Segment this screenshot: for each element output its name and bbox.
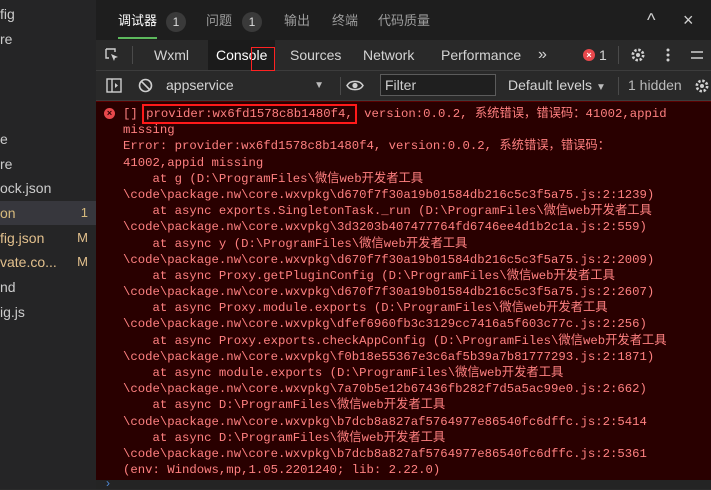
file-item[interactable]: e — [0, 127, 96, 151]
tab-network[interactable]: Network — [363, 40, 414, 70]
file-name: re — [0, 31, 13, 47]
file-item[interactable]: re — [0, 27, 96, 51]
file-name: re — [0, 156, 13, 172]
error-line: \code\package.nw\core.wxvpkg\d670f7f30a1… — [123, 285, 655, 300]
file-item[interactable]: vate.co... M — [0, 250, 96, 274]
error-icon: × — [104, 108, 115, 119]
file-name: fig — [0, 6, 15, 22]
tab-performance[interactable]: Performance — [441, 40, 521, 70]
file-name: nd — [0, 279, 16, 295]
file-item[interactable]: fig.json M — [0, 226, 96, 250]
error-line: \code\package.nw\core.wxvpkg\dfef6960fb3… — [123, 317, 647, 332]
tab-code-quality[interactable]: 代码质量 — [378, 11, 430, 31]
file-status-badge: 1 — [80, 205, 88, 220]
file-name: e — [0, 131, 8, 147]
panel-toggle-icon[interactable] — [106, 78, 122, 93]
file-item[interactable]: re — [0, 152, 96, 176]
error-line: 41002,appid missing — [123, 155, 264, 170]
close-panel-button[interactable]: × — [683, 10, 694, 30]
error-line: \code\package.nw\core.wxvpkg\3d3203b4074… — [123, 220, 647, 235]
gear-icon[interactable] — [630, 47, 646, 63]
error-icon: × — [583, 49, 595, 61]
console-toolbar: appservice ▼ Filter Default levels ▼ 1 h… — [96, 71, 711, 101]
file-item[interactable]: fig — [0, 2, 96, 26]
error-line: at async D:\ProgramFiles\微信web开发者工具 — [123, 398, 446, 413]
error-line: at async exports.SingletonTask._run (D:\… — [123, 204, 652, 219]
devtools-tab-bar: Wxml Console Sources Network Performance… — [96, 40, 711, 71]
error-line: \code\package.nw\core.wxvpkg\b7dcb8a827a… — [123, 414, 647, 429]
error-line: version:0.0.2, 系统错误，错误码：41002,appid — [356, 107, 667, 121]
levels-label: Default levels — [508, 77, 593, 93]
file-explorer: fig re e re ock.json on 1 fig.json Mvate.co... Mn… — [0, 0, 96, 489]
issues-count-badge: 1 — [242, 12, 262, 32]
tab-terminal[interactable]: 终端 — [332, 11, 358, 31]
error-text: [] provider:wx6fd1578c8b1480f4, version:… — [123, 104, 707, 478]
default-levels-dropdown[interactable]: Default levels ▼ — [508, 71, 606, 100]
gear-icon[interactable] — [694, 78, 710, 94]
error-line: \code\package.nw\core.wxvpkg\d670f7f30a1… — [123, 252, 655, 267]
error-line: at async y (D:\ProgramFiles\微信web开发者工具 — [123, 236, 468, 251]
file-status-badge: M — [77, 230, 88, 245]
error-line: at async module.exports (D:\ProgramFiles… — [123, 366, 564, 380]
error-line: at async D:\ProgramFiles\微信web开发者工具 — [123, 430, 446, 445]
panel-tab-bar: 调试器 1 问题 1 输出 终端 代码质量 ^ × — [96, 0, 711, 41]
context-value: appservice — [166, 77, 234, 93]
error-line: (env: Windows,mp,1.05.2201240; lib: 2.22… — [123, 463, 441, 478]
filter-input[interactable]: Filter — [380, 74, 496, 96]
file-status-badge: M — [77, 254, 88, 269]
hidden-count: 1 hidden — [628, 77, 682, 93]
file-item[interactable]: ock.json — [0, 176, 96, 200]
debugger-count-badge: 1 — [166, 12, 186, 32]
context-select[interactable]: appservice ▼ — [166, 71, 336, 100]
tab-issues[interactable]: 问题 — [206, 11, 232, 31]
error-first-line: [] provider:wx6fd1578c8b1480f4, version:… — [123, 104, 707, 124]
file-name: vate.co... — [0, 254, 57, 270]
chevron-down-icon: ▼ — [314, 80, 324, 91]
file-name: fig.json — [0, 230, 45, 246]
more-tabs-button[interactable]: » — [538, 40, 547, 70]
error-line: missing — [123, 123, 175, 138]
prompt-chevron-icon: › — [106, 476, 110, 490]
kebab-menu-icon[interactable] — [663, 47, 673, 63]
tab-debugger[interactable]: 调试器 — [118, 11, 158, 39]
tab-sources[interactable]: Sources — [290, 40, 341, 70]
file-item[interactable]: on 1 — [0, 201, 96, 225]
file-name: ig.js — [0, 304, 25, 320]
error-line: \code\package.nw\core.wxvpkg\7a70b5e12b6… — [123, 382, 647, 397]
error-line: at async Proxy.module.exports (D:\Progra… — [123, 301, 608, 316]
collapse-panel-button[interactable]: ^ — [647, 10, 655, 30]
settings-icon[interactable] — [690, 48, 704, 62]
error-count[interactable]: 1 — [599, 40, 607, 70]
tab-wxml[interactable]: Wxml — [154, 40, 189, 70]
console-prompt[interactable]: › — [96, 476, 711, 490]
tab-output[interactable]: 输出 — [284, 11, 310, 31]
provider-highlight: provider:wx6fd1578c8b1480f4, — [142, 104, 357, 124]
eye-icon[interactable] — [346, 79, 364, 92]
error-line: \code\package.nw\core.wxvpkg\d670f7f30a1… — [123, 187, 655, 202]
error-line: \code\package.nw\core.wxvpkg\f0b18e55367… — [123, 349, 655, 364]
error-line: at async Proxy.exports.checkAppConfig (D… — [123, 333, 667, 348]
devtools-panel: 调试器 1 问题 1 输出 终端 代码质量 ^ × Wxml Console S… — [96, 0, 711, 490]
console-error-message: × [] provider:wx6fd1578c8b1480f4, versio… — [96, 101, 711, 481]
chevron-down-icon: ▼ — [595, 82, 606, 93]
error-line: at async Proxy.getPluginConfig (D:\Progr… — [123, 268, 615, 283]
clear-console-icon[interactable] — [138, 78, 153, 93]
cursor-highlight — [251, 47, 275, 71]
error-line: at g (D:\ProgramFiles\微信web开发者工具 — [123, 171, 424, 186]
inspect-icon[interactable] — [104, 47, 120, 63]
error-line: Error: provider:wx6fd1578c8b1480f4, vers… — [123, 139, 611, 154]
file-item[interactable]: ig.js — [0, 300, 96, 324]
error-line: \code\package.nw\core.wxvpkg\b7dcb8a827a… — [123, 446, 647, 461]
file-name: on — [0, 205, 16, 221]
file-name: ock.json — [0, 180, 52, 196]
file-item[interactable]: nd — [0, 275, 96, 299]
